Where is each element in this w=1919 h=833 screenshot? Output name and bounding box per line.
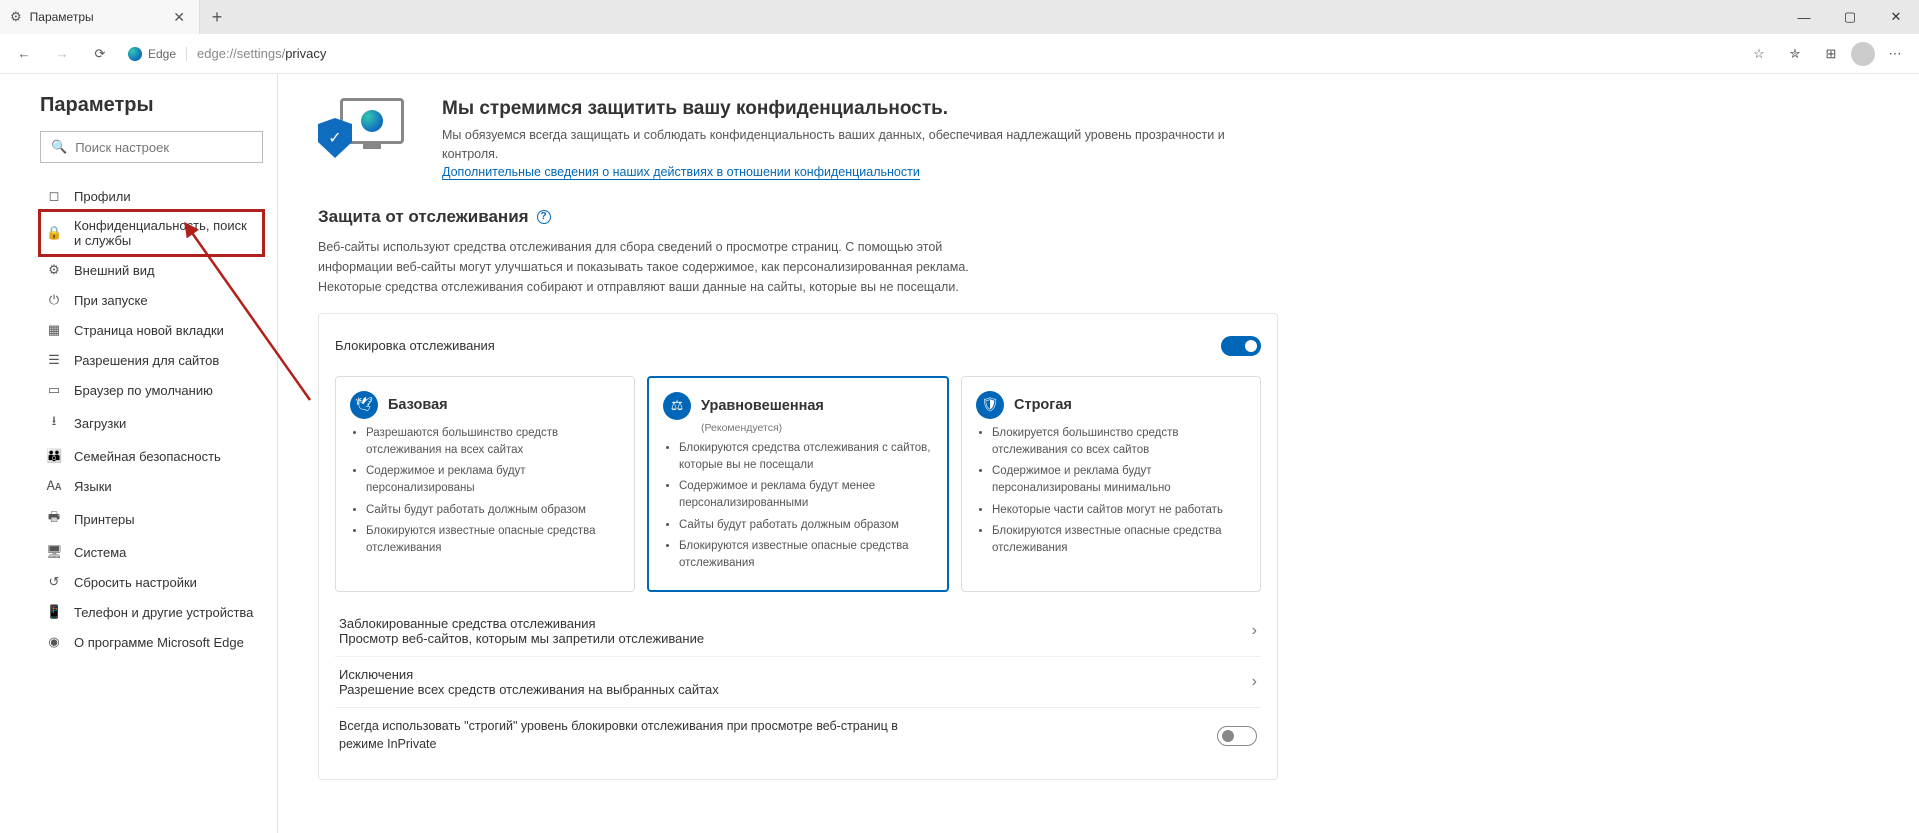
chevron-right-icon: › [1252,622,1257,640]
sidebar-item-7[interactable]: ⭳ Загрузки [40,405,263,441]
nav-label: Страница новой вкладки [74,323,224,338]
exceptions-row[interactable]: Исключения Разрешение всех средств отсле… [335,657,1261,708]
nav-icon: ◻ [46,188,62,204]
site-identity[interactable]: Edge [128,47,187,61]
sidebar-item-2[interactable]: ⚙ Внешний вид [40,255,263,285]
nav-label: Загрузки [74,416,126,431]
sidebar-item-11[interactable]: 🖥 Система [40,537,263,567]
sidebar-item-9[interactable]: 🗛 Языки [40,471,263,501]
sidebar-item-6[interactable]: ▭ Браузер по умолчанию [40,375,263,405]
nav-label: Принтеры [74,512,135,527]
sidebar-item-10[interactable]: 🖶 Принтеры [40,501,263,537]
nav-label: Телефон и другие устройства [74,605,253,620]
sidebar-item-0[interactable]: ◻ Профили [40,181,263,211]
refresh-button[interactable]: ⟳ [84,38,116,70]
sidebar-heading: Параметры [40,94,263,117]
close-window-button[interactable]: ✕ [1873,0,1919,34]
tracking-card: Блокировка отслеживания 🕊БазоваяРазрешаю… [318,313,1278,781]
level-icon: 🛡 [976,391,1004,419]
nav-label: Система [74,545,126,560]
nav-icon: 🖶 [46,508,62,530]
minimize-button[interactable]: — [1781,0,1827,34]
nav-label: Разрешения для сайтов [74,353,219,368]
titlebar: ⚙ Параметры ✕ + — ▢ ✕ [0,0,1919,34]
url-text: edge://settings/privacy [197,46,326,61]
nav-label: Профили [74,189,131,204]
tracking-desc: Веб-сайты используют средства отслеживан… [318,237,978,297]
maximize-button[interactable]: ▢ [1827,0,1873,34]
forward-button: → [46,38,78,70]
nav-icon: ▦ [46,322,62,338]
nav-icon: ◉ [46,634,62,650]
toolbar: ← → ⟳ Edge edge://settings/privacy ☆ ✮ ⊞… [0,34,1919,74]
sidebar-item-14[interactable]: ◉ О программе Microsoft Edge [40,627,263,657]
search-icon: 🔍 [51,139,67,155]
tracking-level-1[interactable]: ⚖Уравновешенная(Рекомендуется)Блокируютс… [647,376,949,593]
level-icon: ⚖ [663,392,691,420]
profile-avatar[interactable] [1851,42,1875,66]
gear-icon: ⚙ [10,9,22,25]
hero-title: Мы стремимся защитить вашу конфиденциаль… [442,98,1278,120]
edge-logo-icon [128,47,142,61]
tracking-level-0[interactable]: 🕊БазоваяРазрешаются большинство средств … [335,376,635,593]
tab-title: Параметры [30,10,162,24]
nav-icon: 📱 [46,604,62,620]
settings-sidebar: Параметры 🔍 ◻ Профили 🔒 Конфиденциальность,… [0,74,278,833]
nav-icon: ☰ [46,352,62,368]
nav-icon: ▭ [46,382,62,398]
address-bar[interactable]: Edge edge://settings/privacy [128,38,1731,70]
tracking-heading: Защита от отслеживания [318,207,529,227]
inprivate-strict-row: Всегда использовать "строгий" уровень бл… [335,708,1261,763]
sidebar-item-4[interactable]: ▦ Страница новой вкладки [40,315,263,345]
chevron-right-icon: › [1252,673,1257,691]
level-icon: 🕊 [350,391,378,419]
nav-icon: 👪 [46,448,62,464]
nav-icon: 🔒 [46,225,62,241]
sidebar-item-3[interactable]: ⏻ При запуске [40,285,263,315]
nav-icon: ↺ [46,574,62,590]
nav-icon: ⭳ [46,412,62,434]
nav-label: Браузер по умолчанию [74,383,213,398]
privacy-hero: ✓ Мы стремимся защитить вашу конфиденциа… [318,98,1278,179]
nav-label: Сбросить настройки [74,575,197,590]
close-icon[interactable]: ✕ [169,9,189,26]
tracking-level-2[interactable]: 🛡СтрогаяБлокируется большинство средств … [961,376,1261,593]
shield-icon: ✓ [318,118,352,158]
nav-icon: ⏻ [46,292,62,308]
hero-illustration: ✓ [318,98,418,168]
nav-label: О программе Microsoft Edge [74,635,244,650]
info-icon[interactable]: ? [537,210,551,224]
back-button[interactable]: ← [8,38,40,70]
nav-label: Внешний вид [74,263,155,278]
sidebar-item-8[interactable]: 👪 Семейная безопасность [40,441,263,471]
block-tracking-toggle[interactable] [1221,336,1261,356]
favorite-button[interactable]: ☆ [1743,38,1775,70]
nav-label: Конфиденциальность, поиск и службы [74,218,257,248]
nav-label: Языки [74,479,112,494]
settings-content: ✓ Мы стремимся защитить вашу конфиденциа… [278,74,1919,833]
block-tracking-label: Блокировка отслеживания [335,338,495,353]
sidebar-item-13[interactable]: 📱 Телефон и другие устройства [40,597,263,627]
sidebar-item-12[interactable]: ↺ Сбросить настройки [40,567,263,597]
nav-icon: 🖥 [46,544,62,560]
sidebar-item-5[interactable]: ☰ Разрешения для сайтов [40,345,263,375]
new-tab-button[interactable]: + [200,0,234,34]
nav-icon: ⚙ [46,262,62,278]
nav-label: При запуске [74,293,148,308]
search-input[interactable] [75,140,252,155]
favorites-bar-button[interactable]: ✮ [1779,38,1811,70]
menu-button[interactable]: ⋯ [1879,38,1911,70]
sidebar-item-1[interactable]: 🔒 Конфиденциальность, поиск и службы [40,211,263,255]
browser-tab[interactable]: ⚙ Параметры ✕ [0,0,200,34]
inprivate-strict-toggle[interactable] [1217,726,1257,746]
settings-search[interactable]: 🔍 [40,131,263,163]
blocked-trackers-row[interactable]: Заблокированные средства отслеживания Пр… [335,606,1261,657]
collections-button[interactable]: ⊞ [1815,38,1847,70]
nav-icon: 🗛 [46,478,62,494]
hero-learn-more-link[interactable]: Дополнительные сведения о наших действия… [442,165,920,180]
nav-label: Семейная безопасность [74,449,221,464]
hero-desc: Мы обязуемся всегда защищать и соблюдать… [442,126,1278,164]
